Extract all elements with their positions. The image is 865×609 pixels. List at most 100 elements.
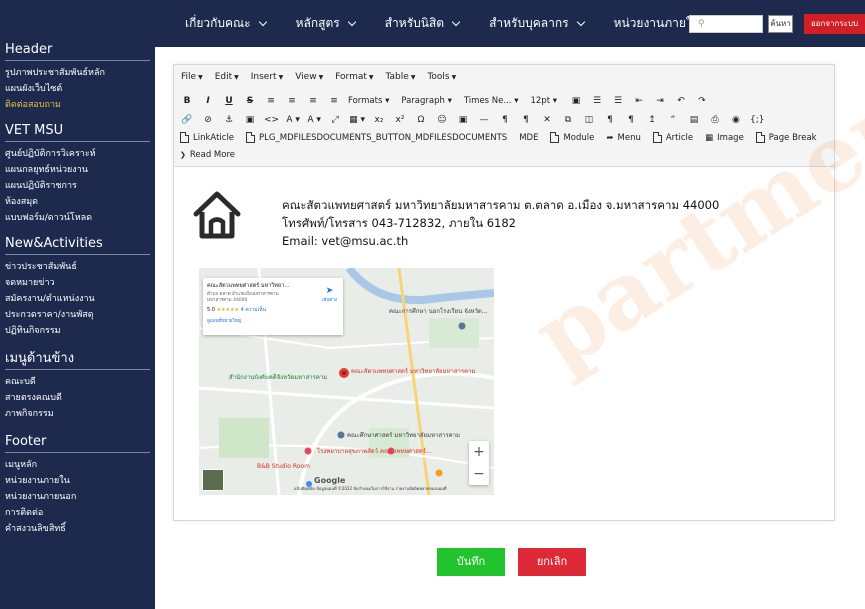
topnav-item-about[interactable]: เกี่ยวกับคณะ xyxy=(185,14,267,33)
menu-view[interactable]: View ▼ xyxy=(295,72,323,82)
editor-document[interactable]: คณะสัตวแพทยศาสตร์ มหาวิทยาลัยมหาสารคาม ต… xyxy=(174,168,834,520)
linkarticle-button[interactable]: LinkAticle xyxy=(180,132,234,143)
strikethrough-icon[interactable]: S xyxy=(243,96,257,106)
text-color-icon[interactable]: A ▾ xyxy=(286,115,300,125)
align-center-icon[interactable]: ≡ xyxy=(285,96,299,106)
sidebar-item[interactable]: แบบฟอร์ม/ดาวน์โหลด xyxy=(0,210,155,226)
sidebar-item[interactable]: ปฏิทินกิจกรรม xyxy=(0,323,155,339)
clear-format-icon[interactable]: ✕ xyxy=(540,115,554,125)
module-button[interactable]: Module xyxy=(550,132,594,143)
align-justify-icon[interactable]: ≡ xyxy=(327,96,341,106)
indent-icon[interactable]: ⇥ xyxy=(653,96,667,106)
italic-icon[interactable]: I xyxy=(201,96,215,106)
sidebar-item[interactable]: หน่วยงานภายนอก xyxy=(0,489,155,505)
sidebar-item[interactable]: ห้องสมุด xyxy=(0,194,155,210)
sidebar-item[interactable]: จดหมายข่าว xyxy=(0,275,155,291)
zoom-out-button[interactable]: − xyxy=(469,463,489,485)
copy-icon[interactable]: ⧉ xyxy=(561,115,575,125)
menu-insert[interactable]: Insert ▼ xyxy=(251,72,283,82)
align-left-icon[interactable]: ≡ xyxy=(264,96,278,106)
embedded-map[interactable]: คณะสัตวแพทยศาสตร์ มหาวิทยา... ตำบล ตลาด … xyxy=(199,268,494,495)
sidebar-item[interactable]: หน่วยงานภายใน xyxy=(0,473,155,489)
font-family-dropdown[interactable]: Times Ne... ▾ xyxy=(464,96,519,106)
link-icon[interactable]: 🔗 xyxy=(180,115,194,125)
menu-button[interactable]: ➦ Menu xyxy=(606,133,640,143)
align-right-icon[interactable]: ≡ xyxy=(306,96,320,106)
sidebar-item[interactable]: การติดต่อ xyxy=(0,505,155,521)
background-color-icon[interactable]: A ▾ xyxy=(307,115,321,125)
larger-map-link[interactable]: ดูแผนที่ขยายใหญ่ xyxy=(207,317,339,324)
save-button[interactable]: บันทึก xyxy=(437,548,505,576)
paragraph-mark-icon[interactable]: ¶ xyxy=(519,115,533,125)
bold-icon[interactable]: B xyxy=(180,96,194,106)
rtl-icon[interactable]: ¶ xyxy=(624,115,638,125)
article-button[interactable]: Article xyxy=(652,132,693,143)
sidebar-item[interactable]: ศูนย์ปฏิบัติการวิเคราะห์ xyxy=(0,146,155,162)
satellite-toggle[interactable] xyxy=(202,469,224,491)
search-input[interactable]: ⚲ xyxy=(689,15,763,33)
redo-icon[interactable]: ↷ xyxy=(695,96,709,106)
omega-icon[interactable]: Ω xyxy=(414,115,428,125)
outdent-icon[interactable]: ⇤ xyxy=(632,96,646,106)
topnav-item-staff[interactable]: สำหรับบุคลากร xyxy=(489,14,585,33)
directions-button[interactable]: ➤ เส้นทาง xyxy=(322,286,337,303)
sidebar-item[interactable]: คำสงวนลิขสิทธิ์ xyxy=(0,521,155,537)
print-icon[interactable]: ⎙ xyxy=(708,115,722,125)
menu-format[interactable]: Format ▼ xyxy=(335,72,373,82)
menu-edit[interactable]: Edit ▼ xyxy=(215,72,239,82)
preview-icon[interactable]: ◉ xyxy=(729,115,743,125)
font-size-dropdown[interactable]: 12pt ▾ xyxy=(530,96,557,106)
numbered-list-icon[interactable]: ☰ xyxy=(611,96,625,106)
read-more-button[interactable]: ❯ Read More xyxy=(180,150,235,160)
emoticon-icon[interactable]: ☺ xyxy=(435,115,449,125)
superscript-icon[interactable]: x² xyxy=(393,115,407,125)
anchor-icon[interactable]: ⚓ xyxy=(222,115,236,125)
media-icon[interactable]: ▣ xyxy=(456,115,470,125)
paste-icon[interactable]: ◫ xyxy=(582,115,596,125)
table-icon[interactable]: ▦ ▾ xyxy=(349,115,365,125)
menu-file[interactable]: File ▼ xyxy=(181,72,203,82)
formats-dropdown[interactable]: Formats ▾ xyxy=(348,96,389,106)
ltr-icon[interactable]: ¶ xyxy=(498,115,512,125)
template-icon[interactable]: ▤ xyxy=(687,115,701,125)
paragraph-dropdown[interactable]: Paragraph ▾ xyxy=(401,96,452,106)
cancel-button[interactable]: ยกเลิก xyxy=(518,548,586,576)
sidebar-item[interactable]: สมัครงาน/ตำแหน่งงาน xyxy=(0,291,155,307)
sidebar-item[interactable]: แผนกลยุทธ์หน่วยงาน xyxy=(0,162,155,178)
search-button[interactable]: ค้นหา xyxy=(768,15,793,33)
page-break-button[interactable]: Page Break xyxy=(755,132,817,143)
sidebar-item-active[interactable]: ติดต่อสอบถาม xyxy=(0,97,155,113)
sidebar-item[interactable]: แผนปฏิบัติราชการ xyxy=(0,178,155,194)
undo-icon[interactable]: ↶ xyxy=(674,96,688,106)
sidebar-item[interactable]: ประกวดราคา/งานพัสดุ xyxy=(0,307,155,323)
sidebar-item[interactable]: ข่าวประชาสัมพันธ์ xyxy=(0,259,155,275)
unlink-icon[interactable]: ⊘ xyxy=(201,115,215,125)
mdfiles-documents-button[interactable]: PLG_MDFILESDOCUMENTS_BUTTON_MDFILESDOCUM… xyxy=(246,132,507,143)
sidebar-item[interactable]: ภาพกิจกรรม xyxy=(0,406,155,422)
blockquote-icon[interactable]: “ xyxy=(666,115,680,125)
bullet-list-icon[interactable]: ☰ xyxy=(590,96,604,106)
image-icon[interactable]: ▣ xyxy=(243,115,257,125)
braces-icon[interactable]: {;} xyxy=(750,115,764,125)
upload-icon[interactable]: ↥ xyxy=(645,115,659,125)
subscript-icon[interactable]: x₂ xyxy=(372,115,386,125)
horizontal-rule-icon[interactable]: — xyxy=(477,115,491,125)
code-icon[interactable]: <> xyxy=(264,115,279,125)
sidebar-item[interactable]: แผนผังเว็บไซต์ xyxy=(0,81,155,97)
zoom-in-button[interactable]: + xyxy=(469,441,489,463)
topnav-item-curriculum[interactable]: หลักสูตร xyxy=(296,14,356,33)
menu-table[interactable]: Table ▼ xyxy=(386,72,416,82)
sidebar-item[interactable]: เมนูหลัก xyxy=(0,457,155,473)
reviews-link[interactable]: 4 ความเห็น xyxy=(241,307,266,313)
fullscreen-icon[interactable]: ⤢ xyxy=(328,115,342,125)
image-button[interactable]: ▦ Image xyxy=(705,133,744,143)
logout-button[interactable]: ออกจากระบบ xyxy=(804,14,865,34)
sidebar-item[interactable]: รูปภาพประชาสัมพันธ์หลัก xyxy=(0,65,155,81)
underline-icon[interactable]: U xyxy=(222,96,236,106)
menu-tools[interactable]: Tools ▼ xyxy=(427,72,456,82)
topnav-item-students[interactable]: สำหรับนิสิต xyxy=(385,14,461,33)
find-replace-icon[interactable]: ▣ xyxy=(569,96,583,106)
pilcrow-icon[interactable]: ¶ xyxy=(603,115,617,125)
sidebar-item[interactable]: สายตรงคณบดี xyxy=(0,390,155,406)
sidebar-item[interactable]: คณะบดี xyxy=(0,374,155,390)
